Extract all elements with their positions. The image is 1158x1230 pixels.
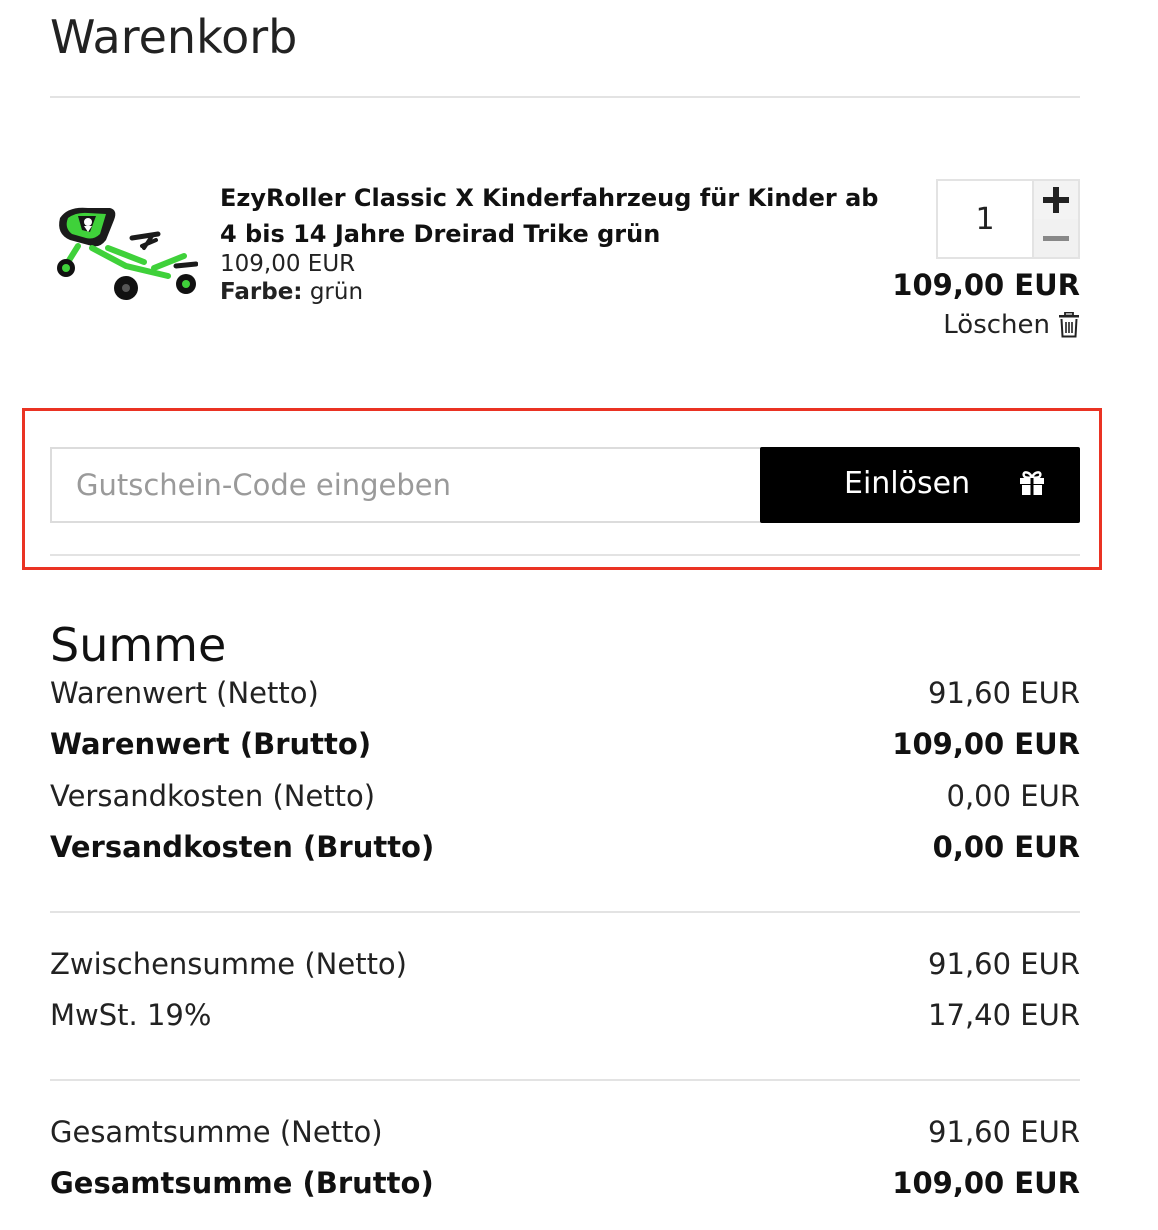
product-name[interactable]: EzyRoller Classic X Kinderfahrzeug für K…	[220, 180, 880, 252]
summary-value: 0,00 EUR	[932, 830, 1080, 864]
divider	[50, 911, 1080, 913]
summary-label: Zwischensumme (Netto)	[50, 947, 407, 981]
trash-icon	[1059, 312, 1079, 338]
summary-row-vat: MwSt. 19% 17,40 EUR	[50, 995, 1080, 1035]
summary-label: MwSt. 19%	[50, 998, 212, 1032]
summary-row-total-net: Gesamtsumme (Netto) 91,60 EUR	[50, 1112, 1080, 1152]
product-trike-image[interactable]	[48, 196, 198, 306]
summary-value: 91,60 EUR	[928, 947, 1080, 981]
product-total-price: 109,00 EUR	[892, 268, 1080, 302]
summary-label: Gesamtsumme (Brutto)	[50, 1166, 434, 1200]
redeem-coupon-button[interactable]: Einlösen	[760, 447, 1080, 523]
summary-title: Summe	[50, 618, 227, 672]
plus-icon	[1043, 187, 1069, 213]
summary-label: Warenwert (Brutto)	[50, 727, 372, 761]
product-variant: Farbe: grün	[220, 278, 363, 306]
summary-row-net-shipping: Versandkosten (Netto) 0,00 EUR	[50, 776, 1080, 816]
quantity-decrease-button[interactable]	[1032, 219, 1078, 257]
quantity-input[interactable]: 1	[938, 181, 1032, 257]
summary-row-gross-goods: Warenwert (Brutto) 109,00 EUR	[50, 724, 1080, 764]
page-title: Warenkorb	[50, 10, 298, 64]
summary-label: Versandkosten (Brutto)	[50, 830, 435, 864]
gift-icon	[1020, 471, 1044, 495]
divider	[50, 554, 1080, 556]
summary-row-subtotal-net: Zwischensumme (Netto) 91,60 EUR	[50, 944, 1080, 984]
divider	[50, 1079, 1080, 1081]
summary-value: 109,00 EUR	[892, 727, 1080, 761]
divider	[50, 96, 1080, 98]
summary-value: 109,00 EUR	[892, 1166, 1080, 1200]
coupon-code-input[interactable]	[50, 447, 762, 523]
product-unit-price: 109,00 EUR	[220, 251, 356, 277]
summary-row-net-goods: Warenwert (Netto) 91,60 EUR	[50, 673, 1080, 713]
redeem-button-label: Einlösen	[844, 466, 971, 501]
delete-item-link[interactable]: Löschen	[943, 310, 1080, 340]
summary-value: 91,60 EUR	[928, 1115, 1080, 1149]
minus-icon	[1043, 235, 1069, 241]
variant-value: grün	[309, 279, 364, 305]
quantity-stepper: 1	[936, 179, 1080, 259]
delete-label: Löschen	[943, 310, 1050, 340]
quantity-increase-button[interactable]	[1032, 181, 1078, 219]
summary-row-gross-shipping: Versandkosten (Brutto) 0,00 EUR	[50, 827, 1080, 867]
summary-label: Warenwert (Netto)	[50, 676, 319, 710]
summary-label: Versandkosten (Netto)	[50, 779, 376, 813]
summary-row-total-gross: Gesamtsumme (Brutto) 109,00 EUR	[50, 1163, 1080, 1203]
summary-value: 17,40 EUR	[928, 998, 1080, 1032]
summary-label: Gesamtsumme (Netto)	[50, 1115, 383, 1149]
summary-value: 0,00 EUR	[946, 779, 1081, 813]
variant-label: Farbe:	[220, 279, 303, 305]
summary-value: 91,60 EUR	[928, 676, 1080, 710]
